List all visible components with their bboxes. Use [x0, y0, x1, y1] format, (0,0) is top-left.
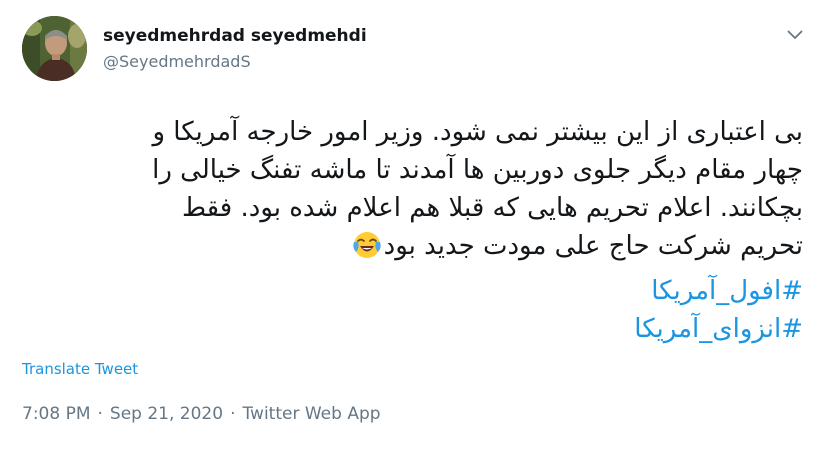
tweet-time[interactable]: 7:08 PM — [22, 404, 91, 424]
author-display-name[interactable]: seyedmehrdad seyedmehdi — [103, 26, 367, 46]
chevron-down-icon — [787, 30, 803, 39]
tears-of-joy-emoji-icon — [352, 230, 382, 260]
tweet-text-line-last: تحریم شرکت حاج علی مودت جدید بود — [18, 227, 803, 265]
tweet-text-line: چهار مقام دیگر جلوی دوربین ها آمدند تا م… — [152, 155, 803, 185]
tweet-menu-button[interactable] — [782, 22, 808, 48]
tweet-date[interactable]: Sep 21, 2020 — [110, 404, 223, 424]
tweet-card: seyedmehrdad seyedmehdi @SeyedmehrdadS ب… — [0, 0, 825, 449]
hashtag-link[interactable]: #انزوای_آمریکا — [634, 310, 803, 348]
separator-dot: · — [230, 404, 236, 424]
translate-tweet-link[interactable]: Translate Tweet — [22, 360, 138, 378]
tweet-text-line: تحریم شرکت حاج علی مودت جدید بود — [383, 231, 803, 261]
profile-photo — [22, 16, 87, 81]
hashtag-link[interactable]: #افول_آمریکا — [651, 272, 803, 310]
separator-dot: · — [97, 404, 103, 424]
tweet-metadata: 7:08 PM · Sep 21, 2020 · Twitter Web App — [22, 404, 381, 424]
tweet-text-line: بی اعتباری از این بیشتر نمی شود. وزیر ام… — [152, 117, 803, 147]
author-handle[interactable]: @SeyedmehrdadS — [103, 52, 251, 71]
tweet-text-line: بچکانند. اعلام تحریم هایی که قبلا هم اعل… — [181, 193, 803, 223]
avatar[interactable] — [22, 16, 87, 81]
tweet-source[interactable]: Twitter Web App — [242, 404, 380, 424]
tweet-text: بی اعتباری از این بیشتر نمی شود. وزیر ام… — [18, 113, 803, 265]
